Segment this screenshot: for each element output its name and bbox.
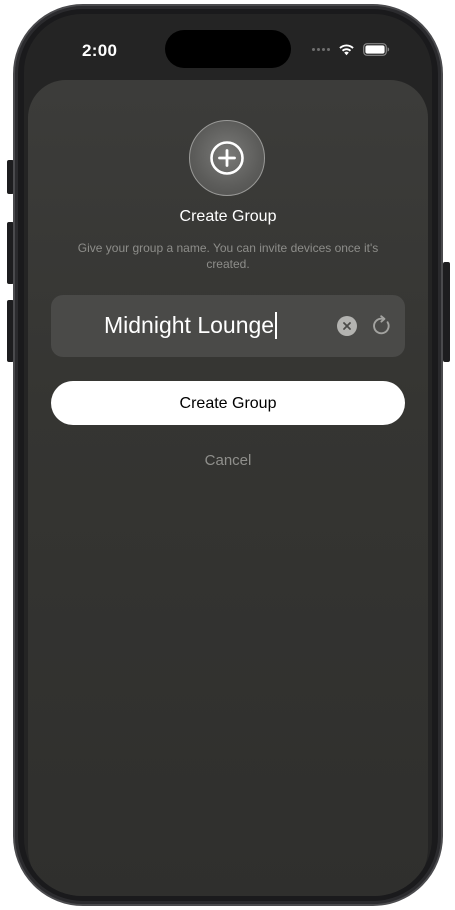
sheet-title: Create Group (179, 208, 277, 225)
wifi-icon (339, 44, 354, 56)
cancel-button[interactable]: Cancel (28, 452, 428, 469)
battery-icon (363, 43, 390, 56)
group-name-input[interactable]: Midnight Lounge (104, 312, 278, 339)
cellular-signal-icon (312, 48, 330, 51)
group-name-field[interactable]: Midnight Lounge (51, 295, 405, 357)
group-name-value: Midnight Lounge (104, 312, 275, 338)
group-badge (189, 120, 265, 196)
dynamic-island (165, 30, 291, 68)
clear-button[interactable] (337, 316, 357, 336)
sheet-subtitle: Give your group a name. You can invite d… (77, 241, 379, 271)
plus-circle-icon (210, 141, 244, 175)
status-time: 2:00 (82, 41, 118, 60)
create-group-sheet: Create Group Give your group a name. You… (28, 80, 428, 896)
power-button (443, 262, 450, 362)
status-bar: 2:00 (24, 14, 432, 74)
clear-icon (343, 322, 351, 330)
refresh-icon (373, 315, 390, 335)
text-caret (275, 312, 278, 339)
status-icons (312, 43, 390, 56)
refresh-name-button[interactable] (370, 314, 394, 338)
screen: 2:00 Create Group Give your group a name… (24, 14, 432, 896)
create-group-button[interactable]: Create Group (51, 381, 405, 425)
